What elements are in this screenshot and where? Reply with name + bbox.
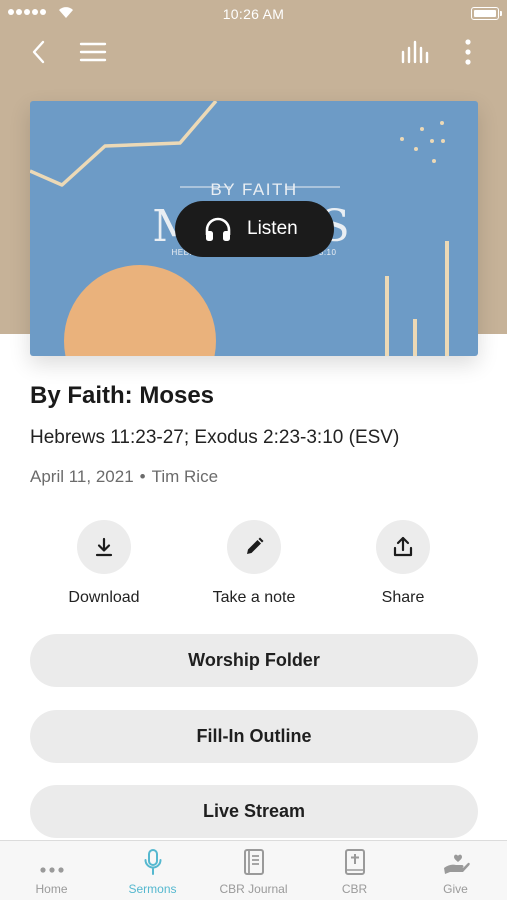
giving-hand-icon xyxy=(405,841,506,875)
live-stream-button[interactable]: Live Stream xyxy=(30,785,478,838)
tab-cbr[interactable]: CBR xyxy=(304,841,405,900)
pencil-icon xyxy=(227,520,281,574)
tab-give-label: Give xyxy=(443,882,468,896)
fill-in-outline-button[interactable]: Fill-In Outline xyxy=(30,710,478,763)
more-options-button[interactable] xyxy=(450,34,486,70)
sermon-title: By Faith: Moses xyxy=(30,382,215,409)
tab-cbr-label: CBR xyxy=(341,882,368,896)
worship-folder-button[interactable]: Worship Folder xyxy=(30,634,478,687)
audio-bars-icon xyxy=(401,40,429,64)
tab-cbr-journal-label: CBR Journal xyxy=(219,882,288,896)
download-button[interactable]: Download xyxy=(39,520,169,607)
tab-cbr-journal[interactable]: CBR Journal xyxy=(203,841,304,900)
sermon-date: April 11, 2021 xyxy=(30,467,134,486)
menu-button[interactable] xyxy=(75,34,111,70)
audio-button[interactable] xyxy=(397,34,433,70)
sermon-meta: April 11, 2021 • Tim Rice xyxy=(30,467,218,487)
battery-icon xyxy=(471,7,502,20)
bible-icon xyxy=(304,841,405,875)
microphone-icon xyxy=(102,841,203,875)
artwork-series-title: BY FAITH xyxy=(210,180,298,199)
download-label: Download xyxy=(68,589,140,606)
journal-icon xyxy=(203,841,304,875)
tab-home-label: Home xyxy=(35,882,68,896)
share-label: Share xyxy=(381,589,425,606)
status-bar: 10:26 AM xyxy=(0,0,507,26)
take-note-label: Take a note xyxy=(212,589,296,606)
take-note-button[interactable]: Take a note xyxy=(189,520,319,607)
tab-give[interactable]: Give xyxy=(405,841,506,900)
sermon-speaker[interactable]: Tim Rice xyxy=(152,467,218,486)
tab-sermons[interactable]: Sermons xyxy=(102,841,203,900)
more-vertical-icon xyxy=(465,39,471,65)
more-horizontal-icon xyxy=(1,841,102,875)
status-time: 10:26 AM xyxy=(222,6,285,22)
download-icon xyxy=(77,520,131,574)
tab-home[interactable]: Home xyxy=(1,841,102,900)
share-icon xyxy=(376,520,430,574)
chevron-left-icon xyxy=(32,40,45,64)
back-button[interactable] xyxy=(20,34,56,70)
separator-dot: • xyxy=(139,467,146,486)
tab-sermons-label: Sermons xyxy=(128,882,177,896)
scripture-reference: Hebrews 11:23-27; Exodus 2:23-3:10 (ESV) xyxy=(30,427,400,448)
tab-bar: Home Sermons CBR Journal CBR Give xyxy=(0,840,507,900)
share-button[interactable]: Share xyxy=(338,520,468,607)
sermon-artwork: BY FAITH MOSES HEBREWS 11:23-27; EXODUS … xyxy=(30,101,478,356)
hamburger-menu-icon xyxy=(79,42,107,62)
listen-label: Listen xyxy=(247,218,298,239)
headphones-icon xyxy=(204,215,232,243)
listen-button[interactable]: Listen xyxy=(175,201,334,257)
